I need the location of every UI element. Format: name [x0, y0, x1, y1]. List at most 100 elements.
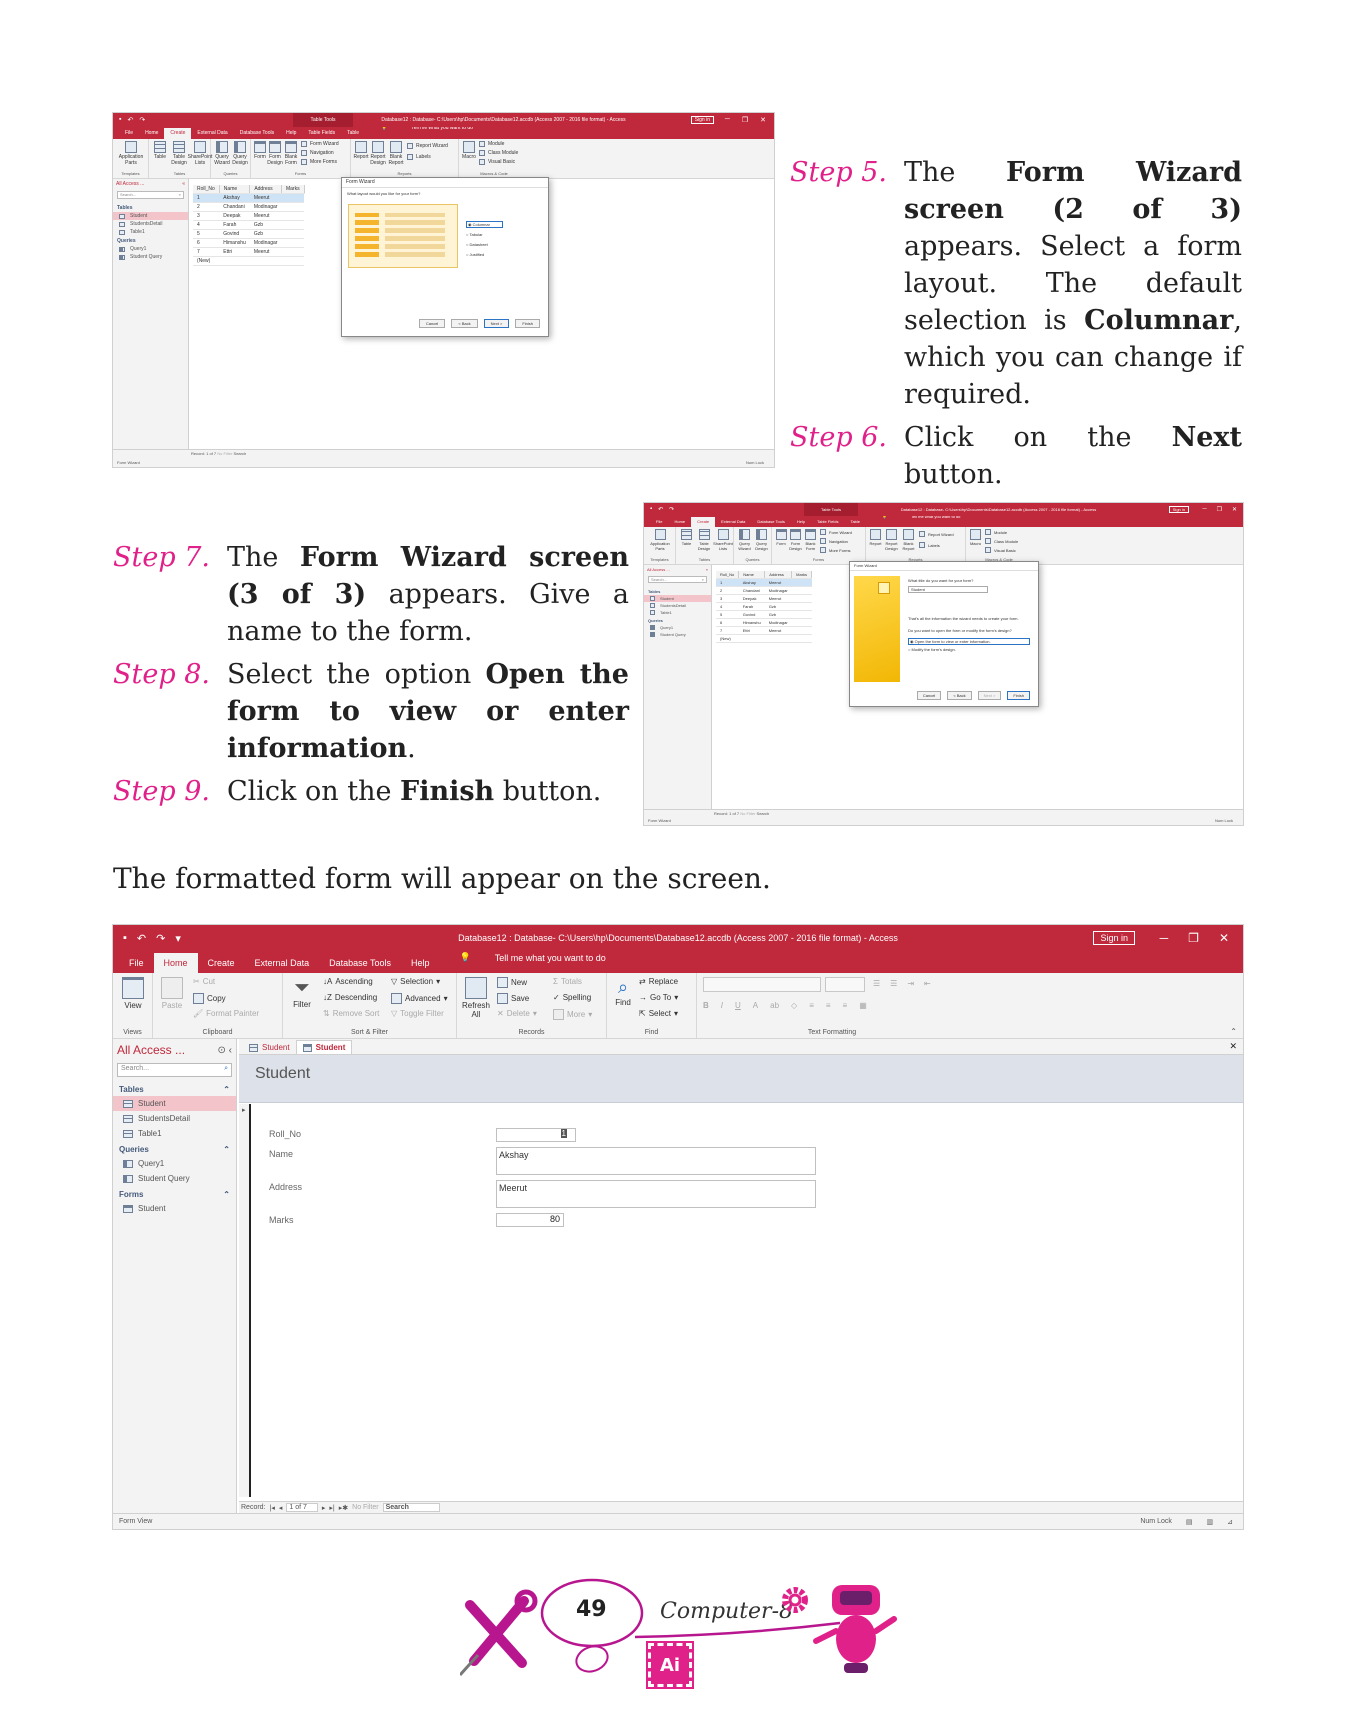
tab-help[interactable]: Help [791, 519, 811, 527]
nav-search[interactable]: Search... ⌕ [648, 576, 707, 583]
nav-item-table1[interactable]: Table1 [113, 1126, 236, 1141]
table-row[interactable]: 1 Akshay Meerut [716, 578, 812, 587]
nav-section-queries[interactable]: Queries [113, 236, 188, 245]
form-view-toggle-icon[interactable]: ▤ [1186, 1518, 1193, 1526]
table-row[interactable]: 4 Farah Gzb [193, 220, 305, 230]
layout-option-datasheet[interactable]: ○ Datasheet [466, 240, 503, 250]
tab-table-fields[interactable]: Table Fields [811, 519, 844, 527]
shutter-icon[interactable]: « [182, 181, 185, 187]
tab-database-tools[interactable]: Database Tools [319, 958, 401, 973]
save-record-button[interactable]: Save [497, 993, 529, 1004]
shutter-icon[interactable]: « [706, 567, 708, 572]
tab-home[interactable]: Home [668, 519, 691, 527]
bullets-icon[interactable]: ☰ [873, 979, 880, 988]
layout-option-columnar[interactable]: ◉ Columnar [466, 220, 503, 230]
nav-item-student[interactable]: Student [113, 212, 188, 220]
col-name[interactable]: Name [738, 571, 766, 579]
select-button[interactable]: ⇱ Select ▾ [639, 1009, 678, 1018]
navigation-button[interactable]: Navigation [820, 538, 848, 544]
save-icon[interactable]: ▪ [650, 506, 652, 513]
selection-button[interactable]: ▽ Selection ▾ [391, 977, 440, 986]
blank-report-button[interactable]: Blank Report [900, 529, 917, 551]
field-address-input[interactable]: Meerut [496, 1180, 816, 1208]
table-row[interactable]: 2 Chandani Modinagar [716, 586, 812, 595]
tab-table-fields[interactable]: Table Fields [302, 130, 341, 139]
nav-item-studentsdetail[interactable]: StudentsDetail [113, 1111, 236, 1126]
ascending-button[interactable]: ↓A Ascending [323, 977, 373, 986]
tab-file[interactable]: File [650, 519, 668, 527]
table-row[interactable]: 4 Farah Gzb [716, 602, 812, 611]
report-wizard-button[interactable]: Report Wizard [919, 531, 954, 537]
align-right-icon[interactable]: ≡ [843, 1001, 848, 1010]
form-design-button[interactable]: Form Design [267, 141, 283, 167]
macro-button[interactable]: Macro [968, 529, 983, 547]
table-row[interactable]: 6 Himanshu Modinagar [193, 238, 305, 248]
font-name-box[interactable] [703, 977, 821, 992]
filter-button[interactable]: ⏷ Filter [287, 977, 317, 1009]
table-row[interactable]: 3 Deepak Meerut [193, 211, 305, 221]
field-name-input[interactable]: Akshay [496, 1147, 816, 1175]
close-icon[interactable]: ✕ [1232, 506, 1237, 513]
col-roll-no[interactable]: Roll_No [716, 571, 740, 579]
italic-button[interactable]: I [721, 1001, 723, 1010]
nav-item-student-query[interactable]: Student Query [113, 1171, 236, 1186]
blank-form-button[interactable]: Blank Form [803, 529, 818, 551]
tab-create[interactable]: Create [164, 128, 192, 139]
report-design-button[interactable]: Report Design [883, 529, 900, 551]
replace-button[interactable]: ⇄ Replace [639, 977, 678, 986]
report-button[interactable]: Report [353, 141, 369, 161]
copy-button[interactable]: Copy [193, 993, 226, 1004]
tab-database-tools[interactable]: Database Tools [234, 130, 280, 139]
tab-create[interactable]: Create [691, 517, 716, 527]
nav-section-tables[interactable]: Tables ⌃ [113, 1081, 236, 1096]
table-design-button[interactable]: Table Design [169, 141, 189, 167]
nav-item-query1[interactable]: Query1 [113, 245, 188, 253]
nav-header[interactable]: All Access ... « [644, 565, 711, 574]
col-roll-no[interactable]: Roll_No [193, 185, 220, 194]
table-row-new[interactable]: (New) [716, 634, 812, 643]
minimize-icon[interactable]: ─ [725, 116, 730, 124]
class-module-button[interactable]: Class Module [985, 538, 1018, 544]
shutter-icon[interactable]: ⊙ ‹ [218, 1045, 233, 1056]
form-button[interactable]: Form [774, 529, 788, 547]
cut-button[interactable]: ✂ Cut [193, 977, 215, 986]
nav-section-forms[interactable]: Forms ⌃ [113, 1186, 236, 1201]
numbering-icon[interactable]: ☰ [890, 979, 897, 988]
restore-icon[interactable]: ❐ [742, 116, 748, 124]
next-record-icon[interactable]: ▸ [322, 1504, 326, 1512]
nav-section-tables[interactable]: Tables [113, 203, 188, 212]
bold-button[interactable]: B [703, 1001, 709, 1010]
nav-item-student-form[interactable]: Student [113, 1201, 236, 1216]
table-row[interactable]: 5 Govind Gzb [193, 229, 305, 239]
tab-home[interactable]: Home [153, 953, 198, 973]
form-wizard-button[interactable]: Form Wizard [820, 529, 852, 535]
report-wizard-button[interactable]: Report Wizard [407, 143, 448, 149]
prev-record-icon[interactable]: ◂ [279, 1504, 283, 1512]
table-row[interactable]: 7 Ettri Meerut [716, 626, 812, 635]
doc-tab-student-table[interactable]: Student [243, 1041, 296, 1054]
close-document-icon[interactable]: ✕ [1223, 1041, 1243, 1054]
sharepoint-lists-button[interactable]: SharePoint Lists [713, 529, 733, 551]
class-module-button[interactable]: Class Module [479, 150, 518, 156]
blank-form-button[interactable]: Blank Form [283, 141, 299, 167]
blank-report-button[interactable]: Blank Report [387, 141, 405, 167]
nav-section-tables[interactable]: Tables [644, 587, 711, 595]
nav-header[interactable]: All Access ... « [113, 179, 188, 189]
labels-button[interactable]: Labels [919, 542, 940, 548]
col-address[interactable]: Address [764, 571, 793, 579]
table-row[interactable]: 3 Deepak Meerut [716, 594, 812, 603]
redo-icon[interactable]: ↷ [669, 506, 674, 513]
signin-button[interactable]: Sign in [1093, 931, 1135, 945]
tab-file[interactable]: File [119, 958, 154, 973]
field-roll-no-input[interactable]: 1 [496, 1128, 576, 1142]
table-row[interactable]: 1 Akshay Meerut [193, 193, 305, 203]
paste-button[interactable]: Paste [157, 977, 187, 1010]
redo-icon[interactable]: ↷ [139, 116, 145, 124]
close-icon[interactable]: ✕ [1219, 931, 1229, 945]
signin-button[interactable]: Sign in [1168, 506, 1189, 513]
restore-icon[interactable]: ❐ [1188, 931, 1199, 945]
minimize-icon[interactable]: ─ [1202, 506, 1206, 513]
table-button[interactable]: Table [151, 141, 169, 161]
form-design-button[interactable]: Form Design [788, 529, 803, 551]
col-marks[interactable]: Marks [281, 185, 305, 194]
